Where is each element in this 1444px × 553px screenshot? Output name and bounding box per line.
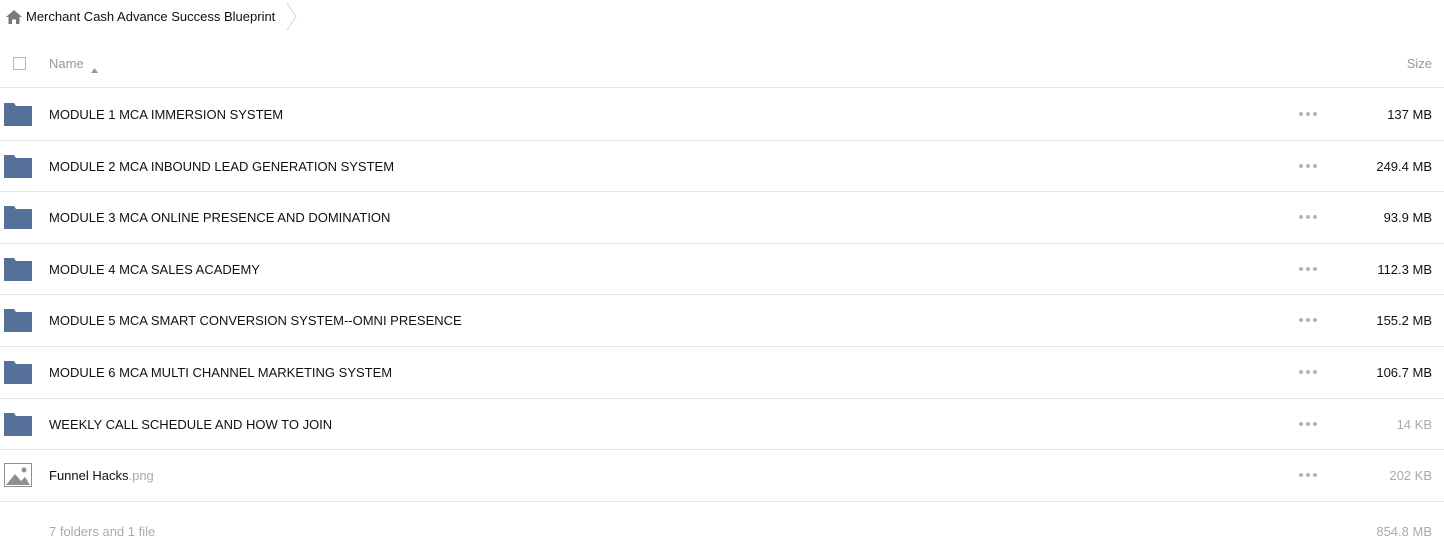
folder-icon [4, 205, 32, 230]
file-list-header: Name Size [0, 40, 1444, 88]
item-name[interactable]: WEEKLY CALL SCHEDULE AND HOW TO JOIN [49, 417, 332, 432]
image-file-icon [4, 463, 32, 488]
folder-icon [4, 308, 32, 333]
item-size: 106.7 MB [1376, 364, 1432, 380]
more-actions-icon[interactable] [1299, 364, 1317, 380]
item-name[interactable]: MODULE 5 MCA SMART CONVERSION SYSTEM--OM… [49, 313, 462, 328]
folder-icon [4, 360, 32, 384]
more-actions-icon[interactable] [1299, 209, 1317, 225]
item-name-text: MODULE 5 MCA SMART CONVERSION SYSTEM--OM… [49, 313, 462, 329]
sort-ascending-icon [90, 61, 98, 73]
select-all-checkbox[interactable] [13, 57, 26, 70]
file-list-summary: 7 folders and 1 file 854.8 MB [0, 521, 1444, 545]
folder-icon [4, 412, 32, 436]
file-row[interactable]: Funnel Hacks.png 202 KB [0, 450, 1444, 502]
item-size: 112.3 MB [1377, 261, 1432, 277]
more-actions-icon[interactable] [1299, 312, 1317, 328]
breadcrumb-separator-icon [285, 0, 299, 33]
folder-row[interactable]: WEEKLY CALL SCHEDULE AND HOW TO JOIN 14 K… [0, 399, 1444, 451]
item-name-text: WEEKLY CALL SCHEDULE AND HOW TO JOIN [49, 416, 333, 432]
item-size: 249.4 MB [1376, 158, 1432, 174]
item-name-text: MODULE 4 MCA SALES ACADEMY [49, 261, 260, 277]
folder-row[interactable]: MODULE 5 MCA SMART CONVERSION SYSTEM--OM… [0, 295, 1444, 347]
folder-icon [4, 257, 32, 281]
item-size: 202 KB [1389, 468, 1432, 484]
item-name[interactable]: Funnel Hacks.png [49, 468, 154, 483]
breadcrumb: Merchant Cash Advance Success Blueprint [0, 0, 299, 33]
folder-row[interactable]: MODULE 2 MCA INBOUND LEAD GENERATION SYS… [0, 141, 1444, 193]
folder-row[interactable]: MODULE 4 MCA SALES ACADEMY 112.3 MB [0, 244, 1444, 296]
folder-row[interactable]: MODULE 6 MCA MULTI CHANNEL MARKETING SYS… [0, 347, 1444, 399]
item-size: 14 KB [1396, 416, 1432, 432]
item-extension: .png [128, 468, 154, 484]
item-name[interactable]: MODULE 2 MCA INBOUND LEAD GENERATION SYS… [49, 159, 394, 174]
item-name-text: MODULE 2 MCA INBOUND LEAD GENERATION SYS… [49, 158, 395, 174]
item-name-text: MODULE 6 MCA MULTI CHANNEL MARKETING SYS… [49, 364, 393, 380]
item-size: 155.2 MB [1376, 313, 1432, 329]
folder-icon [4, 154, 32, 178]
item-name[interactable]: MODULE 4 MCA SALES ACADEMY [49, 262, 260, 277]
item-size: 93.9 MB [1383, 210, 1432, 226]
more-actions-icon[interactable] [1299, 158, 1317, 174]
summary-total-size: 854.8 MB [1376, 524, 1432, 539]
more-actions-icon[interactable] [1299, 467, 1317, 483]
item-size: 137 MB [1387, 107, 1432, 122]
more-actions-icon[interactable] [1299, 106, 1317, 122]
folder-row[interactable]: MODULE 1 MCA IMMERSION SYSTEM 137 MB [0, 89, 1444, 141]
item-name-text: MODULE 3 MCA ONLINE PRESENCE AND DOMINAT… [49, 210, 391, 226]
name-column-header[interactable]: Name [49, 56, 98, 73]
more-actions-icon[interactable] [1299, 261, 1317, 277]
home-icon[interactable] [5, 9, 23, 25]
summary-count: 7 folders and 1 file [49, 524, 156, 539]
more-actions-icon[interactable] [1299, 416, 1317, 432]
folder-icon [4, 102, 32, 126]
breadcrumb-current-folder[interactable]: Merchant Cash Advance Success Blueprint [25, 9, 275, 24]
folder-row[interactable]: MODULE 3 MCA ONLINE PRESENCE AND DOMINAT… [0, 192, 1444, 244]
item-name[interactable]: MODULE 3 MCA ONLINE PRESENCE AND DOMINAT… [49, 210, 390, 225]
item-name[interactable]: MODULE 6 MCA MULTI CHANNEL MARKETING SYS… [49, 365, 392, 380]
item-name-text: MODULE 1 MCA IMMERSION SYSTEM [49, 107, 284, 122]
item-name[interactable]: MODULE 1 MCA IMMERSION SYSTEM [49, 107, 283, 122]
size-column-header[interactable]: Size [1407, 56, 1432, 71]
item-name-text: Funnel Hacks [49, 468, 129, 484]
name-column-label: Name [49, 56, 84, 71]
file-list: MODULE 1 MCA IMMERSION SYSTEM 137 MB MODUL… [0, 89, 1444, 502]
